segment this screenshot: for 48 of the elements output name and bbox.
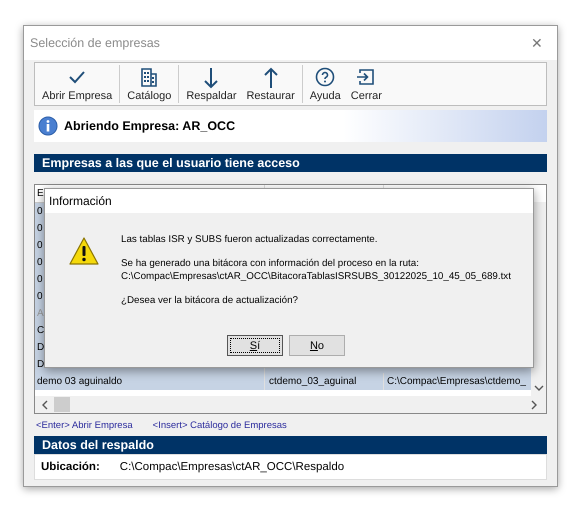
toolbar-button[interactable]: Abrir Empresa	[37, 65, 118, 103]
info-icon	[38, 116, 58, 136]
scroll-right-icon	[531, 400, 538, 410]
building-icon	[140, 67, 158, 87]
help-icon	[315, 67, 336, 87]
table-cell: C:\Compac\Empresas\ctdemo_	[387, 376, 526, 387]
table-cell: 0	[37, 223, 43, 234]
horizontal-scrollbar[interactable]	[35, 396, 546, 413]
table-cell: demo 03 aguinaldo	[37, 376, 122, 387]
table-row[interactable]: demo 03 aguinaldo ctdemo_03_aguinal C:\Compac\Empresas\ctdemo_	[35, 373, 531, 390]
field-value: C:\Compac\Empresas\ctAR_OCC\Respaldo	[120, 461, 344, 473]
toolbar-button[interactable]: Catálogo	[122, 65, 176, 103]
exit-icon	[356, 67, 376, 87]
up-arrow-icon	[262, 67, 279, 89]
section-header: Datos del respaldo	[34, 436, 547, 454]
table-cell: C	[37, 325, 44, 336]
shortcut-link[interactable]: <Insert> Catálogo de Empresas	[152, 420, 287, 431]
table-cell: 0	[37, 291, 43, 302]
close-button[interactable]: ✕	[527, 35, 547, 51]
table-cell: D	[37, 359, 44, 370]
dialog-title: Información	[49, 194, 112, 208]
table-cell: ctdemo_03_aguinal	[269, 376, 356, 387]
dialog-button[interactable]: No	[289, 335, 345, 356]
table-cell: 0	[37, 240, 43, 251]
down-arrow-icon	[203, 67, 220, 89]
table-cell: 0	[37, 274, 43, 285]
window-title: Selección de empresas	[30, 36, 160, 50]
table-cell: A	[37, 308, 44, 319]
section-header: Empresas a las que el usuario tiene acceso	[34, 154, 547, 172]
table-cell: D	[37, 342, 44, 353]
scroll-down-icon	[534, 385, 544, 392]
scroll-thumb[interactable]	[54, 397, 70, 412]
warning-icon	[68, 236, 100, 266]
toolbar-button[interactable]: Ayuda	[304, 65, 346, 103]
toolbar-button[interactable]: Restaurar	[241, 65, 300, 103]
shortcut-link[interactable]: <Enter> Abrir Empresa	[36, 420, 133, 431]
dialog-button[interactable]: Sí	[227, 335, 283, 356]
dialog-message: Se ha generado una bitácora con información del proceso en la ruta: C:\Compac\Empresas\ctAR_OCC\BitacoraTablasISRSUBS_30122025_10_45_05_689.txt	[121, 257, 511, 283]
scroll-left-icon	[41, 400, 48, 410]
toolbar-button[interactable]: Respaldar	[181, 65, 242, 103]
toolbar-button[interactable]: Cerrar	[346, 65, 387, 103]
column-header: E	[37, 188, 44, 199]
dialog-message: Las tablas ISR y SUBS fueron actualizadas correctamente.	[121, 233, 378, 246]
status-message: Abriendo Empresa: AR_OCC	[64, 119, 236, 133]
table-cell: 0	[37, 257, 43, 268]
dialog-message: ¿Desea ver la bitácora de actualización?	[121, 294, 299, 307]
table-cell: 0	[37, 206, 43, 217]
field-label: Ubicación:	[41, 461, 100, 473]
